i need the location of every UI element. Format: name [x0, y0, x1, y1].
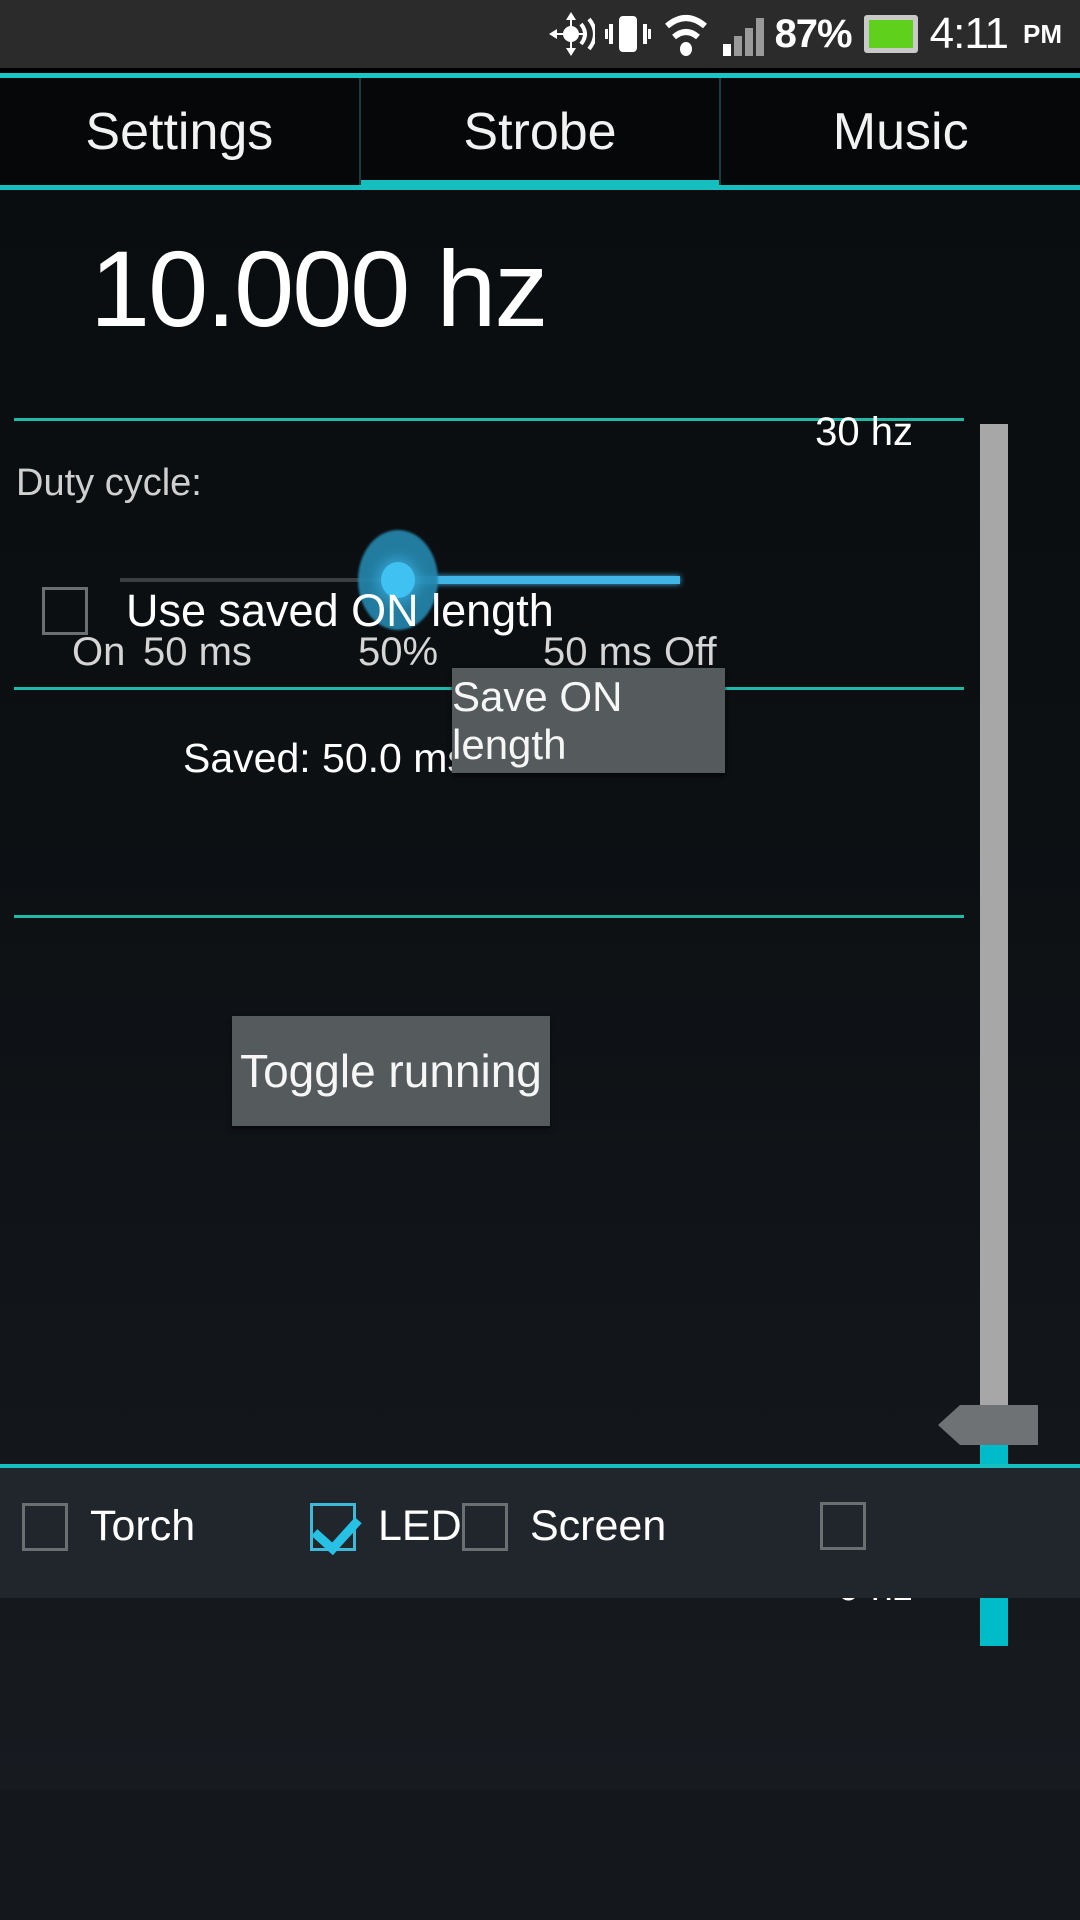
- wifi-icon: [661, 10, 711, 58]
- clock-ampm: PM: [1023, 18, 1062, 49]
- output-screen-label: Screen: [530, 1502, 667, 1550]
- tab-strobe[interactable]: Strobe: [358, 78, 720, 191]
- use-saved-on-length-row[interactable]: Use saved ON length: [42, 585, 554, 637]
- output-torch-checkbox[interactable]: [22, 1502, 68, 1551]
- tab-music-label: Music: [832, 102, 969, 161]
- tab-settings-label: Settings: [85, 102, 274, 161]
- frequency-display[interactable]: 10.000 hz: [90, 232, 548, 346]
- use-saved-on-length-label: Use saved ON length: [126, 585, 554, 636]
- tab-bar: Settings Strobe Music: [0, 73, 1080, 191]
- output-torch-label: Torch: [90, 1502, 196, 1550]
- tab-strobe-label: Strobe: [463, 102, 617, 161]
- vibrate-icon: [604, 10, 651, 58]
- output-extra-checkbox[interactable]: [820, 1502, 866, 1550]
- frequency-slider-track-empty: [980, 424, 1008, 1439]
- signal-icon: [721, 10, 765, 58]
- output-led-checkbox[interactable]: [310, 1502, 356, 1551]
- output-torch[interactable]: Torch: [22, 1502, 195, 1551]
- tab-music[interactable]: Music: [719, 78, 1080, 185]
- save-on-length-button[interactable]: Save ON length: [452, 668, 725, 773]
- output-extra[interactable]: [820, 1502, 888, 1550]
- battery-percent-label: 87%: [774, 11, 853, 56]
- output-led[interactable]: LED: [310, 1502, 462, 1551]
- duty-slider-fill: [398, 576, 680, 584]
- frequency-slider-thumb[interactable]: [938, 1405, 1038, 1445]
- output-bar: Torch LED Screen: [0, 1468, 1080, 1598]
- tab-settings[interactable]: Settings: [0, 78, 359, 185]
- battery-icon: [862, 11, 920, 57]
- output-screen[interactable]: Screen: [462, 1502, 666, 1551]
- toggle-running-button[interactable]: Toggle running: [232, 1016, 550, 1126]
- output-screen-checkbox[interactable]: [462, 1502, 508, 1551]
- use-saved-on-length-checkbox[interactable]: [42, 587, 88, 635]
- duty-cycle-label: Duty cycle:: [16, 462, 202, 504]
- toggle-running-button-label: Toggle running: [240, 1045, 542, 1097]
- saved-on-length-value: Saved: 50.0 ms: [183, 735, 468, 781]
- clock-time: 4:11: [929, 9, 1009, 58]
- status-bar: 87% 4:11 PM: [0, 0, 1080, 68]
- gps-icon: [543, 10, 595, 58]
- output-led-label: LED: [378, 1502, 462, 1550]
- divider-3: [14, 915, 964, 918]
- save-on-length-button-label: Save ON length: [452, 672, 623, 768]
- left-arrow-icon: [938, 1405, 1038, 1445]
- frequency-slider[interactable]: 30 hz 0 hz: [815, 380, 1080, 1646]
- app-screen: 87% 4:11 PM Settings Strobe Music 10.000…: [0, 0, 1080, 1920]
- frequency-slider-max-label: 30 hz: [815, 410, 913, 454]
